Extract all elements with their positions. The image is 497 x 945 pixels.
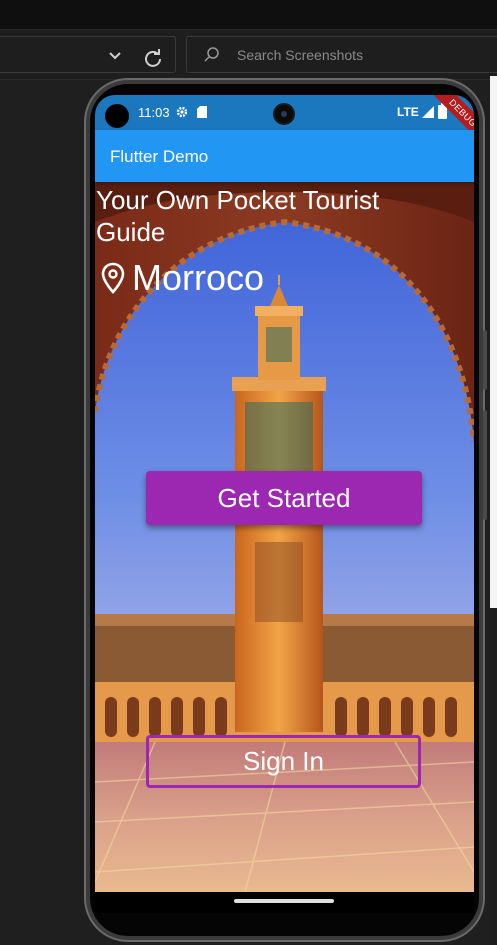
front-camera	[273, 103, 295, 125]
device-screen: 11:03 LTE DEBUG Flutter Demo Your Own Po…	[95, 95, 474, 913]
home-handle[interactable]	[234, 899, 334, 903]
app-bar: Flutter Demo	[95, 130, 474, 182]
network-type: LTE	[397, 105, 419, 119]
app-title: Flutter Demo	[110, 147, 209, 166]
gear-icon	[176, 106, 188, 118]
power-button	[483, 330, 487, 390]
landing-content: Your Own Pocket Tourist Guide Morroco Ge…	[95, 182, 474, 892]
ide-toolbar: Search Screenshots	[0, 30, 497, 80]
headline: Your Own Pocket Tourist Guide	[96, 185, 380, 247]
camera-dot	[105, 104, 129, 128]
sign-in-button[interactable]: Sign In	[146, 735, 421, 788]
gesture-nav-bar	[95, 892, 474, 913]
refresh-icon[interactable]	[142, 48, 164, 70]
chevron-down-icon[interactable]	[106, 49, 124, 63]
side-panel-dark	[490, 608, 497, 945]
signal-icon	[422, 106, 434, 118]
status-bar: 11:03 LTE DEBUG	[95, 95, 474, 155]
device-dropdown[interactable]	[0, 36, 176, 73]
search-placeholder: Search Screenshots	[237, 47, 364, 63]
volume-button	[483, 410, 487, 520]
screenshot-search-box[interactable]: Search Screenshots	[186, 36, 497, 73]
get-started-button[interactable]: Get Started	[146, 471, 422, 525]
location-name: Morroco	[132, 257, 265, 298]
location-pin-icon	[101, 262, 125, 294]
status-time: 11:03	[138, 105, 170, 120]
side-panel	[490, 76, 497, 608]
ide-top-strip	[0, 0, 497, 30]
search-icon	[204, 47, 219, 62]
sd-card-icon	[197, 106, 207, 118]
